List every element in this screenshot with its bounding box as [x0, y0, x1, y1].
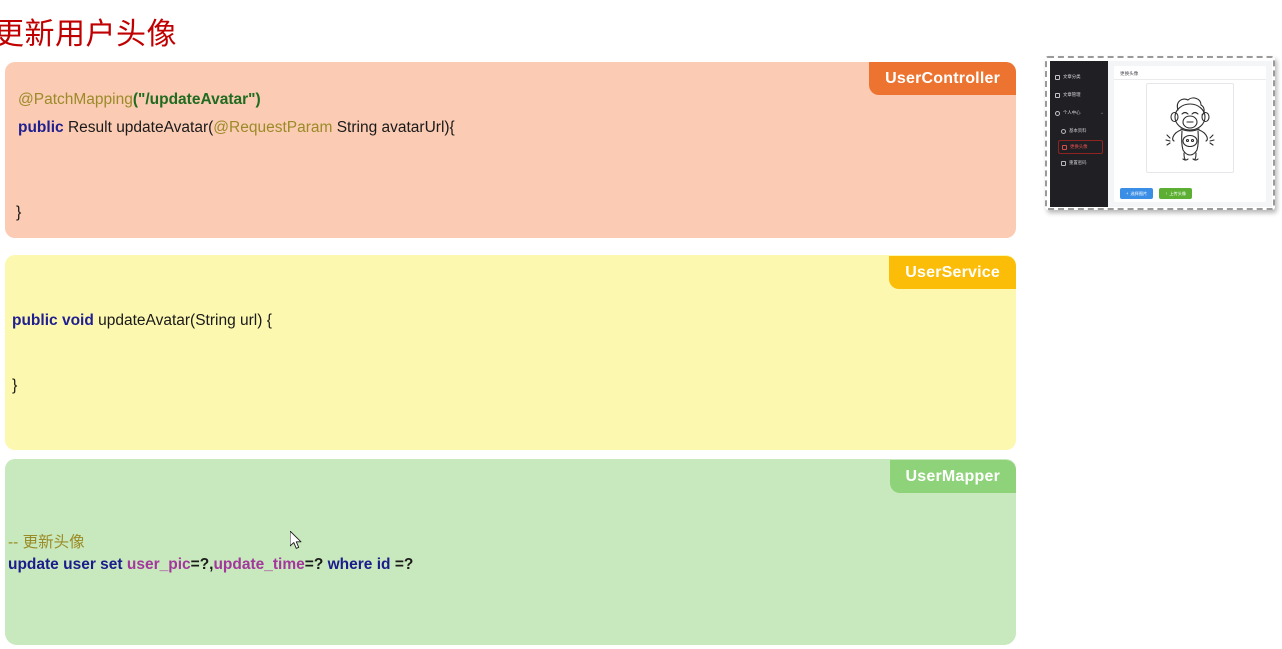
- code-line-patchmapping: @PatchMapping("/updateAvatar"): [18, 86, 261, 114]
- sidebar-item-article-manage[interactable]: 文章管理: [1050, 86, 1108, 104]
- sidebar-item-label: 基本资料: [1069, 128, 1087, 133]
- thumbnail-panel-heading: 更换头像: [1120, 71, 1139, 76]
- code-line-controller-close: }: [16, 204, 22, 221]
- panel-divider: [1114, 79, 1266, 80]
- sql-placeholder-2: =?: [304, 556, 328, 573]
- slide-canvas: 更新用户头像 UserController @PatchMapping("/up…: [0, 0, 1282, 649]
- sidebar-item-reset-password[interactable]: 重置密码: [1050, 154, 1108, 172]
- sql-comment: -- 更新头像: [8, 534, 85, 551]
- sidebar-item-label: 个人中心: [1063, 110, 1081, 115]
- method-signature-text: Result updateAvatar(: [63, 119, 214, 136]
- annotation-patchmapping: @PatchMapping: [18, 91, 133, 108]
- code-card-usermapper: UserMapper: [5, 459, 1016, 645]
- sidebar-item-change-avatar[interactable]: 更换头像: [1058, 140, 1103, 154]
- key-icon: [1061, 160, 1066, 166]
- page-title: 更新用户头像: [0, 18, 177, 51]
- sql-column-update-time: update_time: [213, 556, 305, 573]
- badge-usermapper: UserMapper: [889, 460, 1016, 493]
- avatar-preview: [1146, 83, 1234, 173]
- upload-avatar-button[interactable]: ↑ 上传头像: [1159, 188, 1193, 199]
- param-declaration: String avatarUrl){: [332, 119, 455, 136]
- code-line-service-signature: public void updateAvatar(String url) {: [12, 307, 272, 335]
- badge-userservice: UserService: [889, 256, 1016, 289]
- sql-keyword-update: update user set: [8, 556, 127, 573]
- bookmark-icon: [1055, 92, 1060, 98]
- person-icon: [1061, 128, 1066, 134]
- chevron-up-icon: ^: [1101, 110, 1103, 116]
- thumbnail-action-buttons: + 选择图片 ↑ 上传头像: [1120, 188, 1193, 199]
- file-icon: [1055, 74, 1060, 80]
- reference-screenshot-thumbnail: 文章分类 文章管理 个人中心 ^ 基本资料 更换头像 重置密码 更换头像 + 选…: [1045, 56, 1275, 210]
- keyword-public-void: public void: [12, 312, 94, 329]
- paren-close: ): [255, 91, 261, 108]
- sql-statement: update user set user_pic=?,update_time=?…: [8, 554, 413, 576]
- code-line-method-signature: public Result updateAvatar(@RequestParam…: [18, 114, 455, 142]
- code-card-userservice: UserService: [5, 255, 1016, 450]
- thumbnail-content: 文章分类 文章管理 个人中心 ^ 基本资料 更换头像 重置密码 更换头像 + 选…: [1050, 61, 1272, 207]
- code-line-service-close: }: [12, 377, 18, 394]
- sidebar-item-article-category[interactable]: 文章分类: [1050, 68, 1108, 86]
- sql-placeholder-1: =?,: [190, 556, 214, 573]
- annotation-requestparam: @RequestParam: [213, 119, 333, 136]
- thumbnail-main-area: 更换头像 + 选择图片 ↑ 上传头像: [1108, 61, 1272, 207]
- upload-icon: ↑: [1165, 191, 1168, 196]
- sidebar-item-label: 文章管理: [1063, 92, 1081, 97]
- sidebar-item-user-center[interactable]: 个人中心 ^: [1050, 104, 1108, 122]
- thumbnail-sidebar: 文章分类 文章管理 个人中心 ^ 基本资料 更换头像 重置密码: [1050, 61, 1108, 207]
- sql-placeholder-3: =?: [394, 556, 414, 573]
- select-image-label: 选择图片: [1130, 190, 1148, 196]
- sql-column-user-pic: user_pic: [126, 556, 191, 573]
- upload-avatar-label: 上传头像: [1169, 190, 1187, 196]
- sidebar-item-label: 重置密码: [1069, 160, 1087, 165]
- sql-column-id: id: [376, 556, 395, 573]
- plus-icon: +: [1126, 191, 1129, 196]
- sql-keyword-where: where: [327, 556, 377, 573]
- avatar-illustration-icon: [1165, 97, 1215, 161]
- path-string: "/updateAvatar": [138, 91, 256, 108]
- image-icon: [1062, 144, 1067, 150]
- user-icon: [1055, 110, 1060, 116]
- sidebar-item-label: 更换头像: [1070, 144, 1088, 149]
- sidebar-item-label: 文章分类: [1063, 74, 1081, 79]
- badge-usercontroller: UserController: [869, 62, 1016, 95]
- sidebar-item-basic-info[interactable]: 基本资料: [1050, 122, 1108, 140]
- service-method-text: updateAvatar(String url) {: [93, 312, 272, 329]
- select-image-button[interactable]: + 选择图片: [1120, 188, 1154, 199]
- keyword-public: public: [18, 119, 64, 136]
- thumbnail-panel: 更换头像 + 选择图片 ↑ 上传头像: [1114, 66, 1266, 202]
